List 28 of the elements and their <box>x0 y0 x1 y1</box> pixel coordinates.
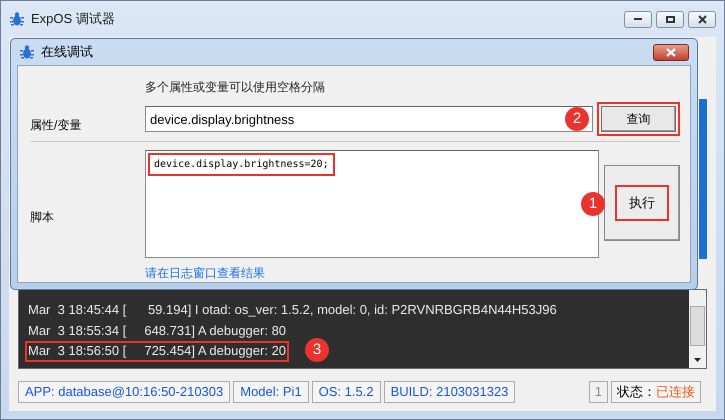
hint-text: 多个属性或变量可以使用空格分隔 <box>145 79 326 96</box>
close-button[interactable] <box>688 10 716 28</box>
result-link[interactable]: 请在日志窗口查看结果 <box>145 264 265 282</box>
status-value: 已连接 <box>656 383 695 402</box>
status-label: 状态： <box>617 383 656 402</box>
field-label: 脚本 <box>30 209 55 226</box>
script-text: device.display.brightness=20; <box>148 153 335 176</box>
query-button[interactable]: 查询 <box>601 106 676 132</box>
scrollbar[interactable] <box>689 290 706 368</box>
status-field: Model: Pi1 <box>233 381 309 403</box>
maximize-button[interactable] <box>656 10 684 28</box>
status-field: APP: database@10:16:50-210303 <box>18 381 230 403</box>
close-icon <box>698 14 706 24</box>
field-label: 属性/变量 <box>30 117 82 134</box>
callout-badge: 1 <box>581 192 605 216</box>
bug-icon <box>19 44 35 60</box>
window-title: ExpOS 调试器 <box>31 10 115 28</box>
status-field: OS: 1.5.2 <box>312 381 381 403</box>
app-logo-icon <box>9 11 25 27</box>
callout-badge: 3 <box>305 338 330 362</box>
status-count: 1 <box>588 381 608 403</box>
dialog-title: 在线调试 <box>41 43 93 62</box>
status-field: BUILD: 2103031323 <box>384 381 516 403</box>
minimize-button[interactable] <box>624 10 652 28</box>
log-line: Mar 3 18:55:34 [ 648.731] A debugger: 80 <box>27 322 288 340</box>
close-button[interactable] <box>653 44 689 60</box>
close-icon <box>666 48 676 56</box>
log-line: Mar 3 18:45:44 [ 59.194] I otad: os_ver: 1.5.2, model: 0, id: P2RVNRBGRB4N44H53J96 <box>27 301 558 319</box>
